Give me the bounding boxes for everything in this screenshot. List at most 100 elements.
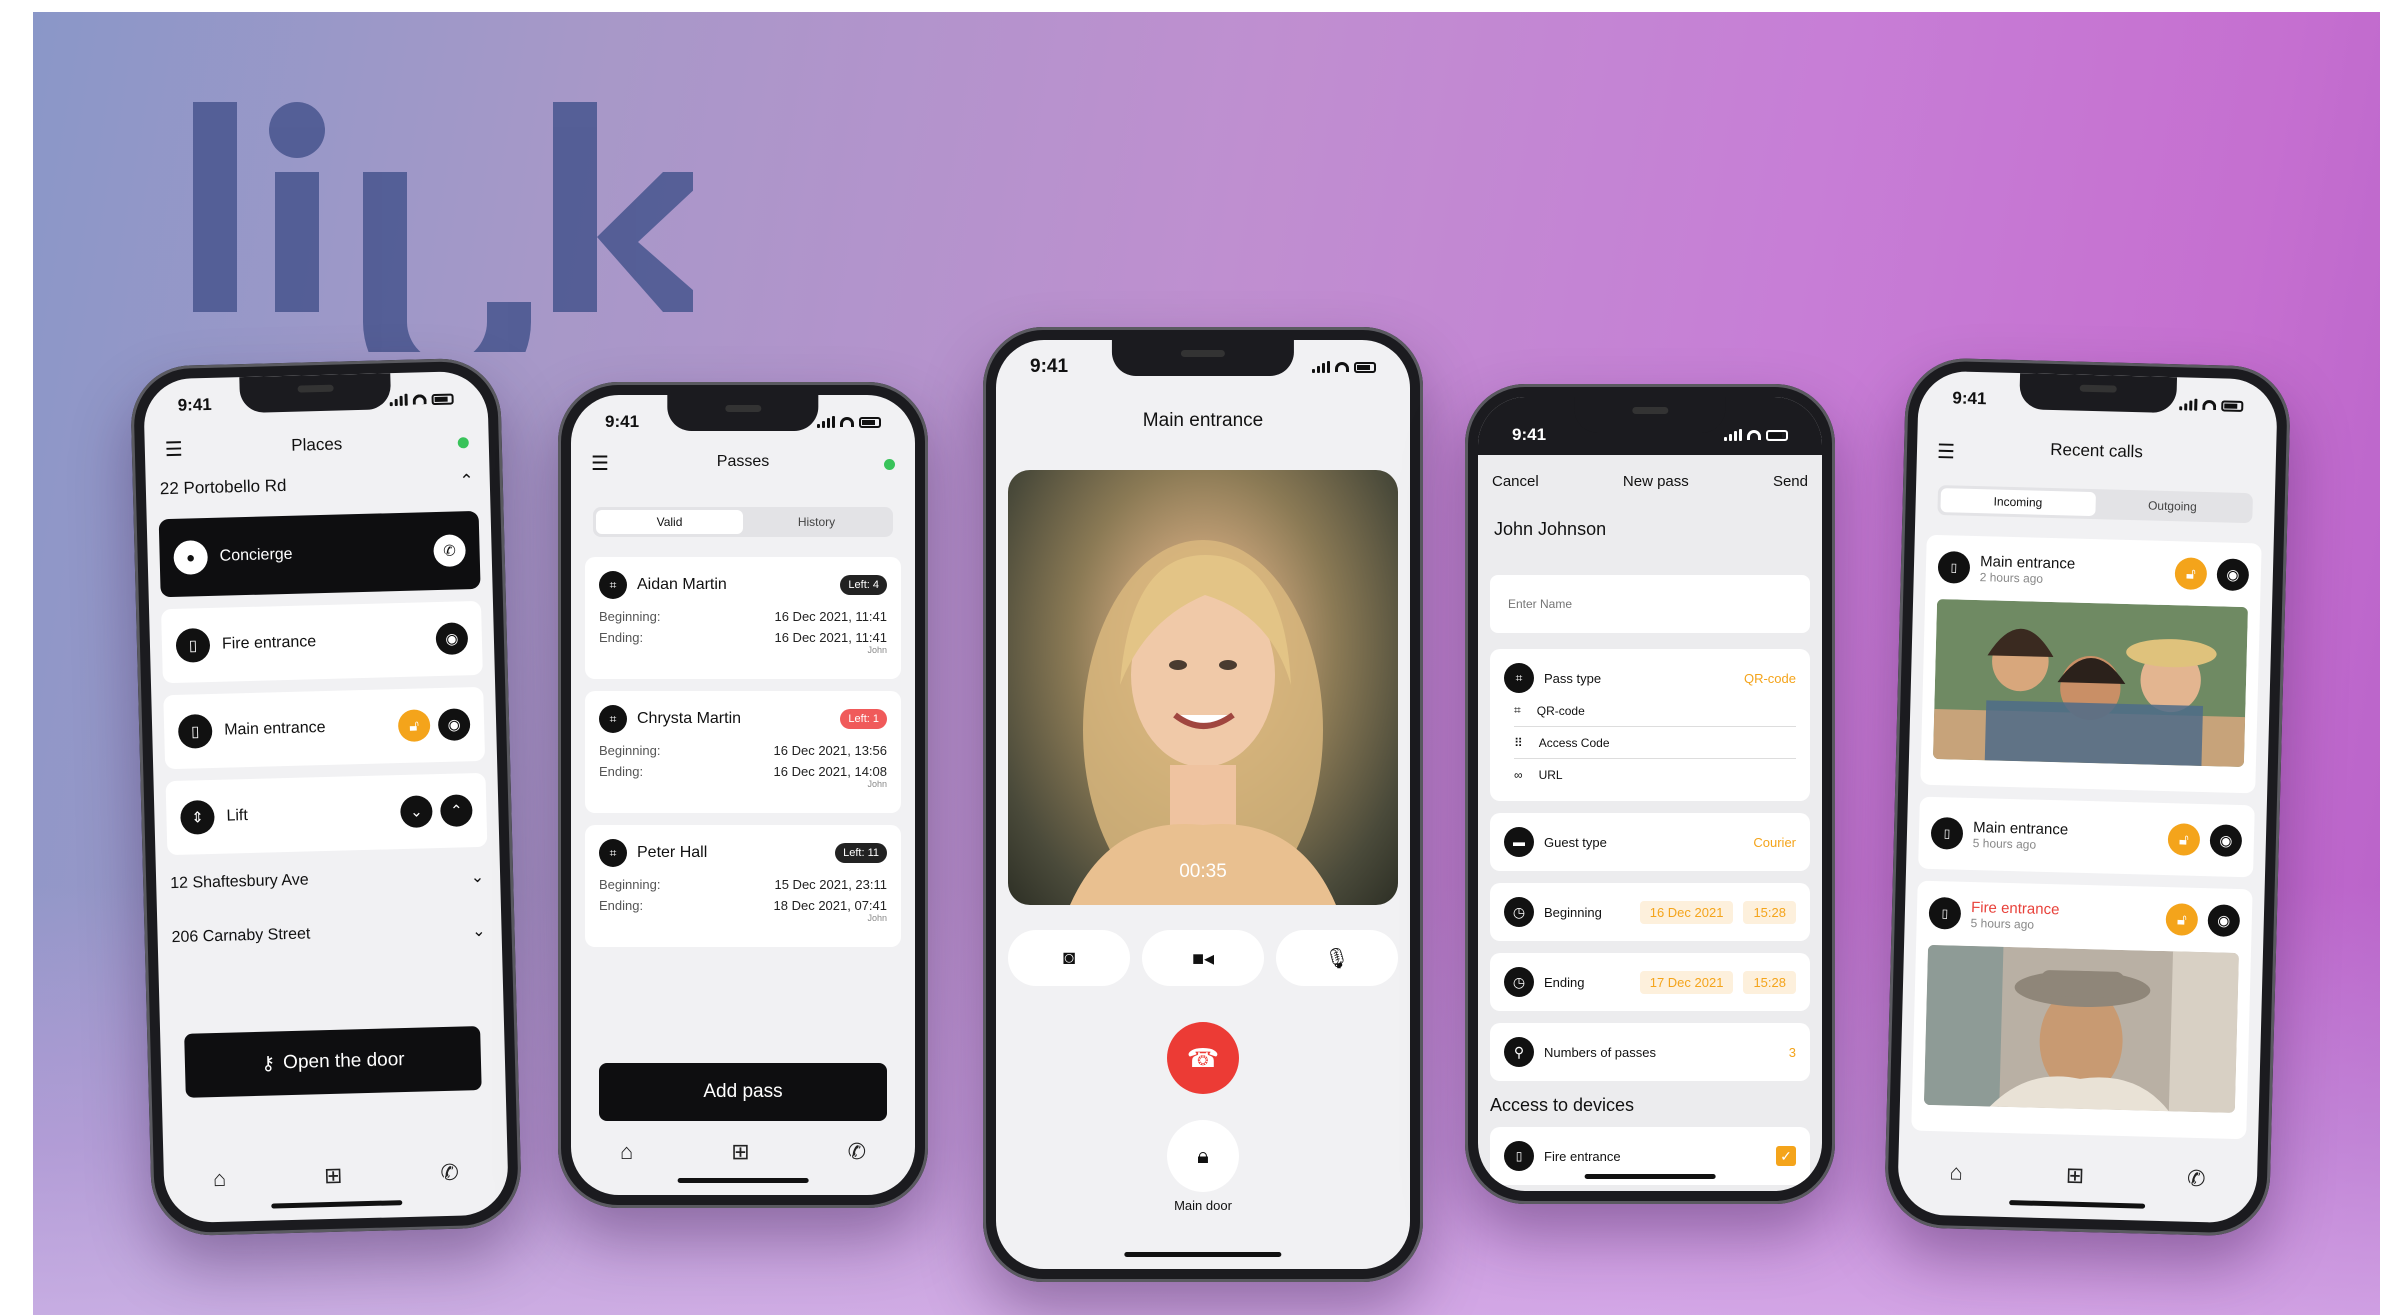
- pass-name: Chrysta Martin: [637, 710, 742, 727]
- numbers-row[interactable]: ⚲ Numbers of passes 3: [1490, 1023, 1810, 1081]
- door-label: Main door: [1174, 1198, 1232, 1213]
- chevron-down-icon[interactable]: ⌄: [472, 921, 486, 941]
- chevron-down-icon[interactable]: ⌄: [400, 795, 433, 829]
- walking-person-icon: ⚲: [1504, 1037, 1534, 1067]
- eye-icon[interactable]: ◉: [2209, 824, 2243, 858]
- ending-value: 16 Dec 2021, 11:41: [774, 630, 887, 645]
- unlock-icon[interactable]: 🔓︎: [2174, 557, 2208, 591]
- phone-passes: 9:41 ☰ Passes Valid History ⌗ Aidan Marti…: [558, 382, 928, 1208]
- ending-time[interactable]: 15:28: [1743, 970, 1796, 994]
- battery-icon: [431, 393, 454, 405]
- video-camera-icon[interactable]: ■◂: [1142, 930, 1264, 986]
- checkbox-checked[interactable]: ✓: [1776, 1146, 1796, 1166]
- lock-icon: 🔒︎: [1197, 1143, 1209, 1168]
- home-indicator: [1584, 1174, 1716, 1179]
- place-header[interactable]: 22 Portobello Rd ⌃: [160, 471, 474, 499]
- pass-option[interactable]: ⌗ QR-code: [1514, 695, 1796, 727]
- guest-type-row[interactable]: ▬ Guest type Courier: [1490, 813, 1810, 871]
- eye-icon[interactable]: ◉: [2216, 558, 2250, 592]
- key-icon: ⚷: [260, 1052, 276, 1075]
- microphone-icon[interactable]: 🎙︎: [1276, 930, 1398, 986]
- qr-icon: ⌗: [599, 705, 627, 733]
- ending-row[interactable]: ◷ Ending 17 Dec 2021 15:28: [1490, 953, 1810, 1011]
- open-door-label: Open the door: [282, 1049, 405, 1074]
- page-title: Main entrance: [1142, 410, 1264, 431]
- intercom-icon: ▯: [177, 713, 213, 749]
- signal-icon: [2179, 398, 2198, 411]
- beginning-date[interactable]: 16 Dec 2021: [1639, 900, 1734, 924]
- device-fire-entrance[interactable]: ▯ Fire entrance ◉: [161, 600, 483, 684]
- wifi-icon: [1335, 362, 1349, 372]
- unlock-door-button[interactable]: 🔒︎: [1167, 1120, 1239, 1192]
- created-by: John: [867, 779, 887, 789]
- call-snapshot-family: [1932, 598, 2249, 768]
- tab-incoming[interactable]: Incoming: [1940, 488, 2096, 517]
- lift-icon: ⇕: [180, 799, 215, 835]
- pass-type-label: Pass type: [1544, 670, 1602, 686]
- beginning-label: Beginning:: [599, 877, 661, 892]
- home-icon[interactable]: ⌂: [213, 1166, 227, 1192]
- battery-icon: [1766, 429, 1788, 441]
- place-header[interactable]: 206 Carnaby Street ⌄: [171, 921, 485, 949]
- phone-call-icon[interactable]: ✆: [440, 1160, 459, 1186]
- qr-icon: ⌗: [599, 571, 627, 599]
- device-concierge[interactable]: ● Concierge ✆: [158, 510, 481, 598]
- brand-logo: link: [193, 102, 693, 352]
- keypad-icon: ⠿: [1514, 735, 1523, 750]
- unlock-icon[interactable]: 🔓︎: [2165, 903, 2199, 936]
- pass-card[interactable]: ⌗ Peter Hall Left: 11 Beginning: 15 Dec 202…: [585, 825, 901, 947]
- page-title: New pass: [1622, 473, 1689, 490]
- call-item[interactable]: ▯ Main entrance 2 hours ago 🔓︎ ◉: [1920, 534, 2262, 794]
- ending-date[interactable]: 17 Dec 2021: [1639, 970, 1734, 994]
- tab-history[interactable]: History: [743, 510, 890, 534]
- wifi-icon: [840, 417, 854, 427]
- recent-calls-screen: 9:41 ☰ Recent calls Incoming Outgoing ▯ …: [1897, 370, 2278, 1224]
- status-time: 9:41: [177, 394, 212, 415]
- unlock-icon[interactable]: 🔓︎: [397, 709, 431, 743]
- beginning-time[interactable]: 15:28: [1743, 900, 1796, 924]
- add-pass-icon[interactable]: ⊞: [324, 1163, 343, 1189]
- phone-call-icon[interactable]: ✆: [2187, 1166, 2206, 1192]
- device-lift[interactable]: ⇕ Lift ⌄ ⌃: [165, 772, 488, 856]
- pass-card[interactable]: ⌗ Aidan Martin Left: 4 Beginning: 16 Dec 20…: [585, 557, 901, 679]
- chevron-up-icon[interactable]: ⌃: [459, 471, 474, 491]
- beginning-row[interactable]: ◷ Beginning 16 Dec 2021 15:28: [1490, 883, 1810, 941]
- place-header[interactable]: 12 Shaftesbury Ave ⌄: [170, 867, 484, 895]
- call-screen: 9:41 Main entrance 00:35 ◙ ■◂ 🎙︎ ☎ 🔒︎ Ma…: [996, 340, 1410, 1269]
- beginning-label: Beginning:: [599, 743, 661, 758]
- add-pass-icon[interactable]: ⊞: [731, 1139, 749, 1165]
- name-input[interactable]: [1490, 575, 1810, 633]
- call-item[interactable]: ▯ Main entrance 5 hours ago 🔓︎ ◉: [1918, 796, 2255, 878]
- pass-card[interactable]: ⌗ Chrysta Martin Left: 1 Beginning: 16 Dec …: [585, 691, 901, 813]
- tab-outgoing[interactable]: Outgoing: [2095, 492, 2250, 520]
- home-icon[interactable]: ⌂: [1949, 1160, 1963, 1186]
- call-item[interactable]: ▯ Fire entrance 5 hours ago 🔓︎ ◉: [1911, 880, 2253, 1140]
- wifi-icon: [1747, 430, 1761, 440]
- chevron-up-icon[interactable]: ⌃: [439, 794, 473, 828]
- phone-call-icon[interactable]: ✆: [848, 1139, 866, 1165]
- add-pass-button[interactable]: Add pass: [599, 1063, 887, 1121]
- eye-icon[interactable]: ◉: [2207, 904, 2241, 938]
- intercom-icon: ▯: [175, 627, 211, 663]
- open-door-button[interactable]: ⚷ Open the door: [184, 1026, 482, 1098]
- unlock-icon[interactable]: 🔓︎: [2167, 823, 2201, 856]
- phone-call-icon[interactable]: ✆: [433, 534, 467, 568]
- camera-icon[interactable]: ◙: [1008, 930, 1130, 986]
- hang-up-button[interactable]: ☎: [1167, 1022, 1239, 1094]
- eye-icon[interactable]: ◉: [435, 622, 469, 656]
- caller-image: [1070, 540, 1336, 905]
- pass-option[interactable]: ⠿ Access Code: [1514, 727, 1796, 759]
- device-label: Concierge: [219, 545, 293, 565]
- wifi-icon: [2202, 399, 2217, 411]
- send-button[interactable]: Send: [1773, 473, 1808, 490]
- ending-label: Ending: [1544, 974, 1585, 990]
- home-icon[interactable]: ⌂: [620, 1139, 633, 1165]
- tab-valid[interactable]: Valid: [596, 510, 743, 534]
- cancel-button[interactable]: Cancel: [1492, 473, 1539, 490]
- device-main-entrance[interactable]: ▯ Main entrance 🔓︎ ◉: [163, 686, 486, 770]
- pass-option[interactable]: ∞ URL: [1514, 759, 1796, 791]
- eye-icon[interactable]: ◉: [437, 708, 471, 742]
- pass-type-card[interactable]: ⌗ Pass type QR-code ⌗ QR-code ⠿ Access Code …: [1490, 649, 1810, 801]
- chevron-down-icon[interactable]: ⌄: [470, 867, 485, 887]
- add-pass-icon[interactable]: ⊞: [2065, 1163, 2084, 1189]
